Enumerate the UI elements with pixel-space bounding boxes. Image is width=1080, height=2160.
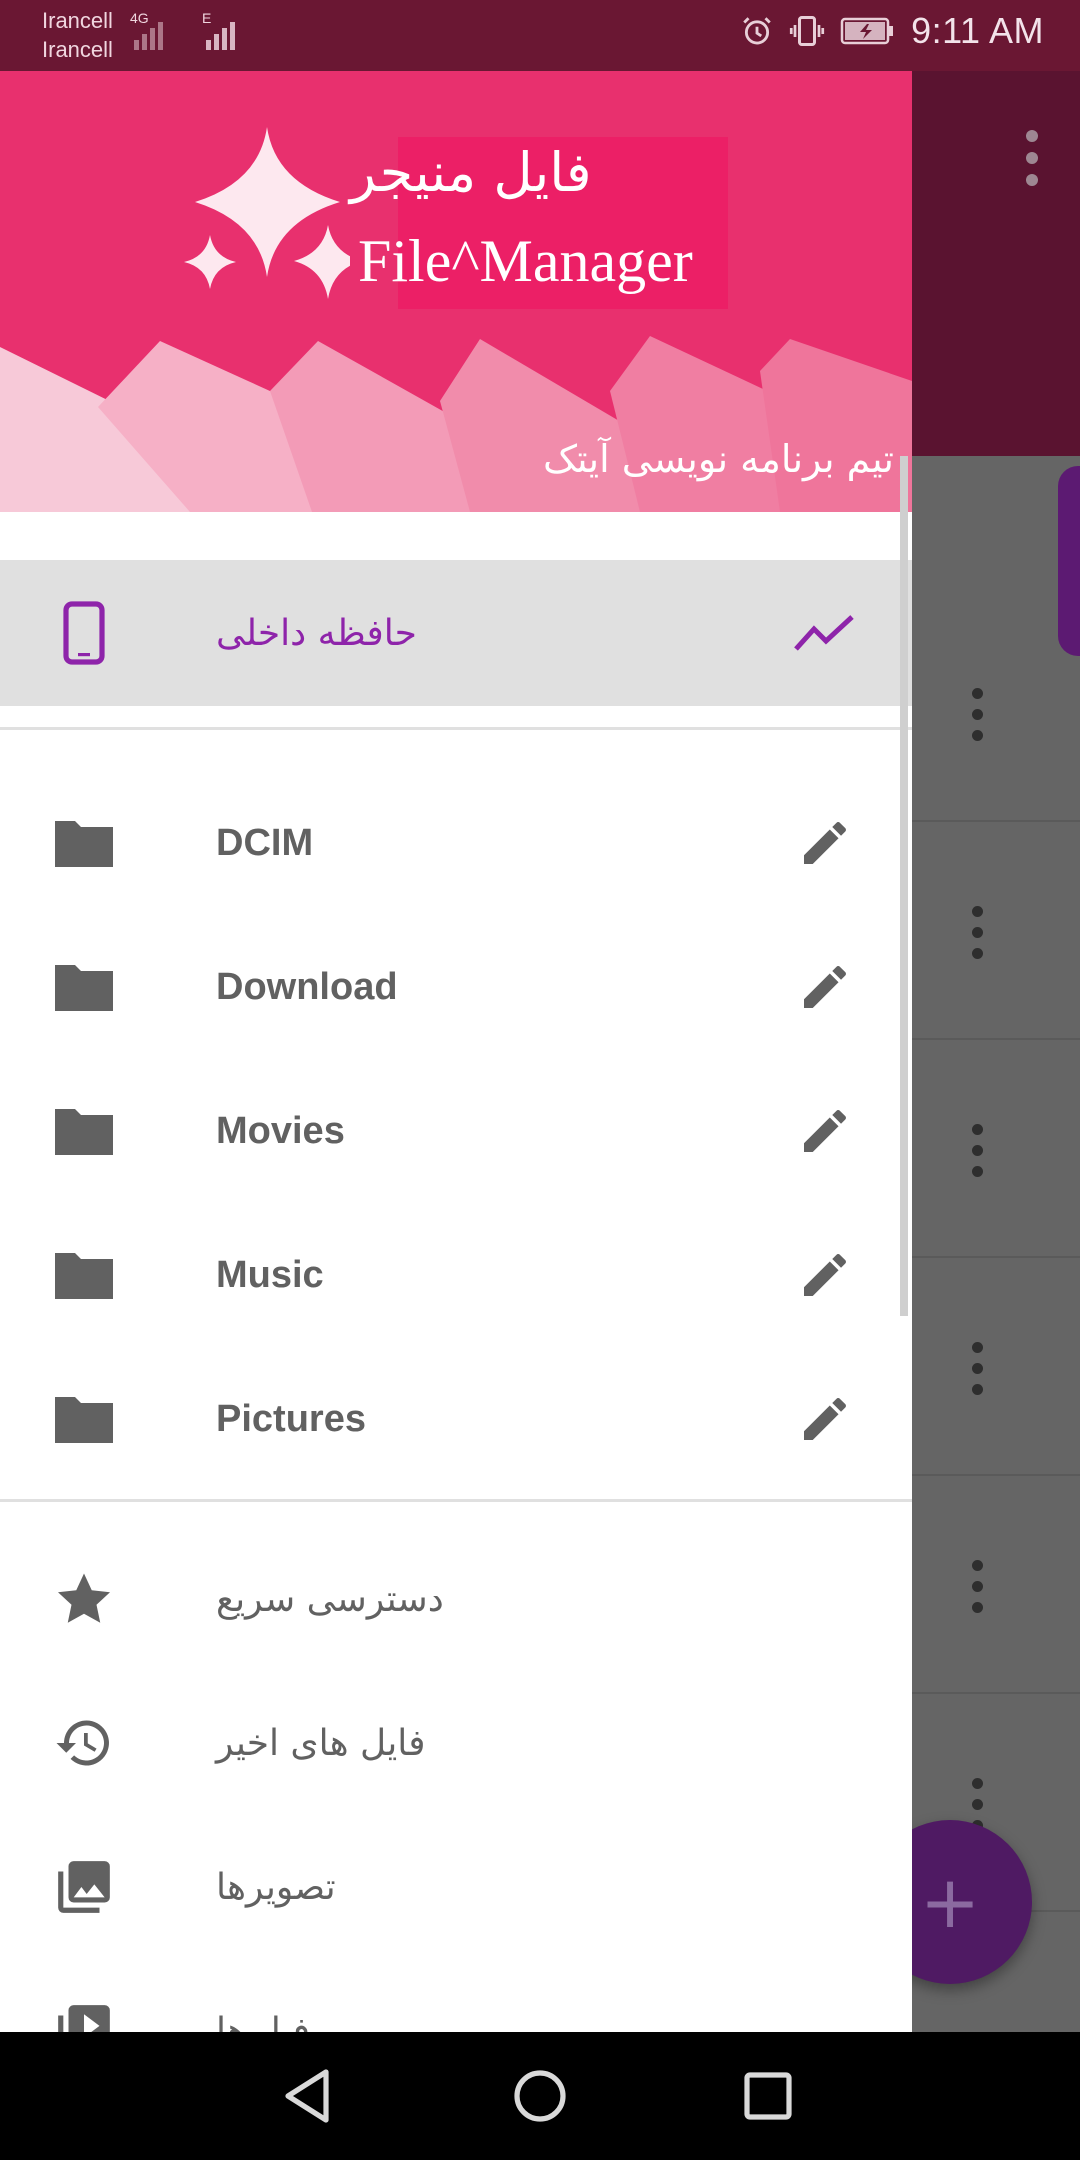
overflow-menu-icon[interactable]	[1026, 130, 1040, 196]
app-name-persian: فایل منیجر	[350, 141, 592, 204]
recents-icon[interactable]	[736, 2064, 800, 2128]
folder-icon	[52, 1387, 116, 1451]
drawer-header: فایل منیجر File^Manager تیم برنامه نویسی…	[0, 71, 912, 512]
network-type-1: 4G	[130, 10, 149, 26]
folder-label: Music	[216, 1253, 324, 1296]
folder-icon	[52, 955, 116, 1019]
divider	[0, 727, 912, 730]
folder-label: Pictures	[216, 1397, 366, 1440]
item-menu-icon[interactable]	[972, 1342, 984, 1405]
folder-item-movies[interactable]: Movies	[0, 1059, 912, 1203]
item-menu-icon[interactable]	[972, 1124, 984, 1187]
navigation-drawer: فایل منیجر File^Manager تیم برنامه نویسی…	[0, 71, 912, 2032]
drawer-scrollbar[interactable]	[900, 456, 908, 1316]
battery-charging-icon	[839, 13, 897, 49]
edit-icon[interactable]	[790, 1384, 860, 1454]
divider	[0, 1499, 912, 1502]
clock: 9:11 AM	[911, 10, 1044, 51]
signal-icon: 4G	[130, 10, 163, 50]
back-icon[interactable]	[276, 2064, 340, 2128]
menu-item-images[interactable]: تصویرها	[0, 1815, 912, 1959]
menu-item-videos[interactable]: فیلم‌ها	[0, 1959, 912, 2032]
photo-library-icon	[52, 1855, 116, 1919]
star-icon	[52, 1567, 116, 1631]
folder-item-music[interactable]: Music	[0, 1203, 912, 1347]
vibrate-icon	[789, 13, 825, 49]
sparkle-logo-icon	[184, 127, 350, 299]
signal-icon: E	[202, 10, 235, 50]
folder-icon	[52, 1099, 116, 1163]
carrier-2: Irancell	[42, 37, 113, 62]
carrier-1: Irancell	[42, 8, 113, 33]
menu-item-quick-access[interactable]: دسترسی سریع	[0, 1527, 912, 1671]
app-name-english: File^Manager	[358, 228, 693, 294]
menu-label: دسترسی سریع	[216, 1578, 444, 1620]
system-navigation-bar	[0, 2032, 1080, 2160]
item-menu-icon[interactable]	[972, 1560, 984, 1623]
folder-item-download[interactable]: Download	[0, 915, 912, 1059]
folder-item-dcim[interactable]: DCIM	[0, 771, 912, 915]
folder-item-pictures[interactable]: Pictures	[0, 1347, 912, 1491]
edit-icon[interactable]	[790, 952, 860, 1022]
alarm-icon	[739, 13, 775, 49]
menu-label: فایل های اخیر	[216, 1722, 426, 1764]
team-subtitle: تیم برنامه نویسی آیتک	[543, 437, 894, 481]
status-bar: Irancell Irancell 4G E 9:11 AM	[0, 0, 1080, 71]
folder-icon	[52, 811, 116, 875]
internal-storage-item[interactable]: حافظه داخلی	[0, 560, 912, 706]
folder-label: Movies	[216, 1109, 345, 1152]
phone-icon	[52, 601, 116, 665]
status-icons: 9:11 AM	[739, 10, 1044, 52]
menu-label: تصویرها	[216, 1866, 336, 1908]
carrier-labels: Irancell Irancell	[42, 6, 113, 64]
edit-icon[interactable]	[790, 808, 860, 878]
internal-storage-label: حافظه داخلی	[216, 612, 417, 654]
menu-label: فیلم‌ها	[216, 2010, 310, 2033]
edit-icon[interactable]	[790, 1096, 860, 1166]
video-library-icon	[52, 1999, 116, 2032]
folder-label: Download	[216, 965, 398, 1008]
network-type-2: E	[202, 10, 212, 26]
trending-icon[interactable]	[790, 598, 860, 668]
menu-item-recent-files[interactable]: فایل های اخیر	[0, 1671, 912, 1815]
item-menu-icon[interactable]	[972, 688, 984, 751]
folder-label: DCIM	[216, 821, 314, 864]
home-icon[interactable]	[508, 2064, 572, 2128]
folder-icon	[52, 1243, 116, 1307]
edit-icon[interactable]	[790, 1240, 860, 1310]
item-menu-icon[interactable]	[972, 906, 984, 969]
history-icon	[52, 1711, 116, 1775]
